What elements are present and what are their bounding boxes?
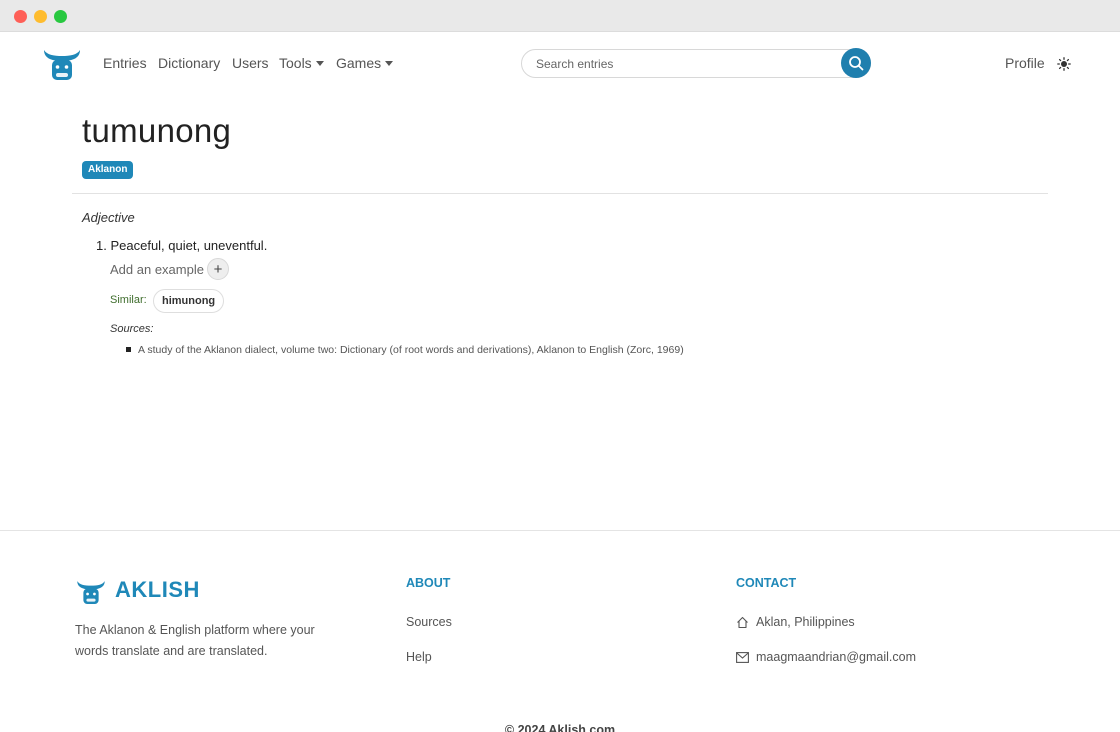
add-example-label: Add an example: [110, 262, 204, 277]
search-button[interactable]: [841, 48, 871, 78]
footer-about-heading: ABOUT: [406, 576, 451, 590]
footer-contact-heading: CONTACT: [736, 576, 797, 590]
add-example-button[interactable]: +: [207, 258, 229, 280]
definition-number: 1.: [96, 238, 107, 253]
nav-tools-dropdown[interactable]: Tools: [279, 55, 324, 71]
sources-label: Sources:: [110, 323, 154, 335]
search-bar: [521, 48, 871, 78]
part-of-speech: Adjective: [82, 210, 135, 225]
square-bullet-icon: [126, 346, 131, 352]
nav-users-link[interactable]: Users: [232, 55, 269, 71]
carabao-logo-icon[interactable]: [41, 44, 83, 82]
language-badge[interactable]: Aklanon: [82, 161, 134, 179]
search-icon: [849, 56, 864, 71]
search-input[interactable]: [536, 50, 836, 77]
footer-help-link[interactable]: Help: [406, 650, 432, 664]
footer-email: maagmaandrian@gmail.com: [736, 650, 916, 664]
definition-text: Peaceful, quiet, uneventful.: [110, 238, 268, 253]
profile-link[interactable]: Profile: [1005, 55, 1045, 71]
maximize-window-button[interactable]: [54, 10, 67, 23]
top-navbar: Entries Dictionary Users Tools Games Pro…: [0, 32, 1120, 94]
source-list-item: A study of the Aklanon dialect, volume t…: [126, 344, 684, 356]
carabao-logo-icon[interactable]: [75, 576, 107, 606]
nav-dictionary-link[interactable]: Dictionary: [158, 55, 220, 71]
definition-item: 1. Peaceful, quiet, uneventful.: [96, 238, 267, 253]
entry-header: tumunong: [82, 112, 231, 150]
window-titlebar: [0, 0, 1120, 32]
footer-brand-name[interactable]: AKLISH: [115, 577, 200, 603]
source-text: A study of the Aklanon dialect, volume t…: [138, 344, 684, 356]
caret-down-icon: [315, 60, 324, 66]
nav-tools-label: Tools: [279, 55, 312, 71]
close-window-button[interactable]: [14, 10, 27, 23]
footer-tagline: The Aklanon & English platform where you…: [75, 623, 315, 658]
footer-location-text: Aklan, Philippines: [756, 615, 855, 629]
site-footer: AKLISH The Aklanon & English platform wh…: [0, 530, 1120, 732]
footer-copyright: © 2024 Aklish.com: [504, 723, 616, 732]
sun-icon[interactable]: [1057, 57, 1071, 71]
plus-icon: +: [213, 260, 223, 278]
footer-email-link[interactable]: maagmaandrian@gmail.com: [756, 650, 916, 664]
minimize-window-button[interactable]: [34, 10, 47, 23]
footer-sources-link[interactable]: Sources: [406, 615, 452, 629]
nav-games-dropdown[interactable]: Games: [336, 55, 394, 71]
envelope-icon: [736, 651, 749, 663]
similar-word-chip[interactable]: himunong: [153, 289, 225, 313]
entry-word-title: tumunong: [82, 112, 232, 149]
divider: [72, 193, 1048, 194]
caret-down-icon: [385, 60, 394, 66]
similar-label: Similar:: [110, 294, 147, 306]
home-icon: [737, 616, 748, 628]
nav-games-label: Games: [336, 55, 382, 71]
footer-location: Aklan, Philippines: [736, 615, 855, 629]
nav-entries-link[interactable]: Entries: [103, 55, 147, 71]
